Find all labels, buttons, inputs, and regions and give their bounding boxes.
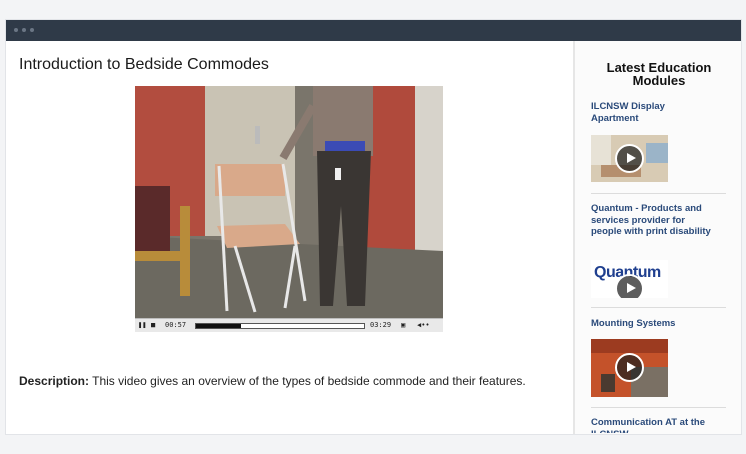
volume-icon[interactable]: ◀•• bbox=[417, 321, 430, 330]
video-still-image bbox=[135, 86, 443, 318]
sidebar-item-title-link[interactable]: Communication AT at the ILCNSW bbox=[591, 417, 711, 433]
sidebar-item-title-link[interactable]: ILCNSW Display Apartment bbox=[591, 101, 711, 124]
description-text: This video gives an overview of the type… bbox=[89, 374, 526, 388]
play-icon[interactable] bbox=[615, 144, 644, 173]
window-dot-icon bbox=[30, 28, 34, 32]
stop-icon[interactable]: ■ bbox=[151, 321, 155, 330]
sidebar-item-title-link[interactable]: Mounting Systems bbox=[591, 318, 711, 330]
elapsed-time: 00:57 bbox=[165, 321, 187, 329]
sidebar-separator bbox=[591, 193, 726, 194]
play-icon[interactable] bbox=[615, 274, 644, 298]
window-titlebar bbox=[6, 20, 741, 41]
main-content: Introduction to Bedside Commodes ❚❚ ■ 00… bbox=[6, 41, 573, 434]
pause-icon[interactable]: ❚❚ bbox=[138, 321, 146, 330]
sidebar-item-thumbnail[interactable] bbox=[591, 135, 668, 182]
sidebar-item-thumbnail[interactable] bbox=[591, 339, 668, 397]
video-player[interactable]: ❚❚ ■ 00:57 03:29 ▣ ◀•• bbox=[135, 86, 443, 332]
education-sidebar: Latest Education Modules ILCNSW Display … bbox=[573, 41, 741, 434]
fullscreen-icon[interactable]: ▣ bbox=[401, 321, 405, 330]
play-icon[interactable] bbox=[615, 353, 644, 382]
window-dot-icon bbox=[22, 28, 26, 32]
browser-window: Introduction to Bedside Commodes ❚❚ ■ 00… bbox=[6, 20, 741, 434]
sidebar-heading: Latest Education Modules bbox=[606, 60, 712, 88]
video-frame[interactable] bbox=[135, 86, 443, 318]
sidebar-item-title-link[interactable]: Quantum - Products and services provider… bbox=[591, 203, 711, 238]
sidebar-item-thumbnail[interactable]: Quantum bbox=[591, 260, 668, 298]
description-label: Description: bbox=[19, 374, 90, 388]
video-description: Description: This video gives an overvie… bbox=[19, 374, 526, 388]
duration-time: 03:29 bbox=[370, 321, 392, 329]
window-dot-icon bbox=[14, 28, 18, 32]
player-controls: ❚❚ ■ 00:57 03:29 ▣ ◀•• bbox=[135, 318, 443, 332]
seek-bar-progress bbox=[196, 324, 242, 328]
page-title: Introduction to Bedside Commodes bbox=[19, 56, 269, 73]
seek-bar[interactable] bbox=[195, 323, 365, 329]
sidebar-separator bbox=[591, 407, 726, 408]
sidebar-separator bbox=[591, 307, 726, 308]
